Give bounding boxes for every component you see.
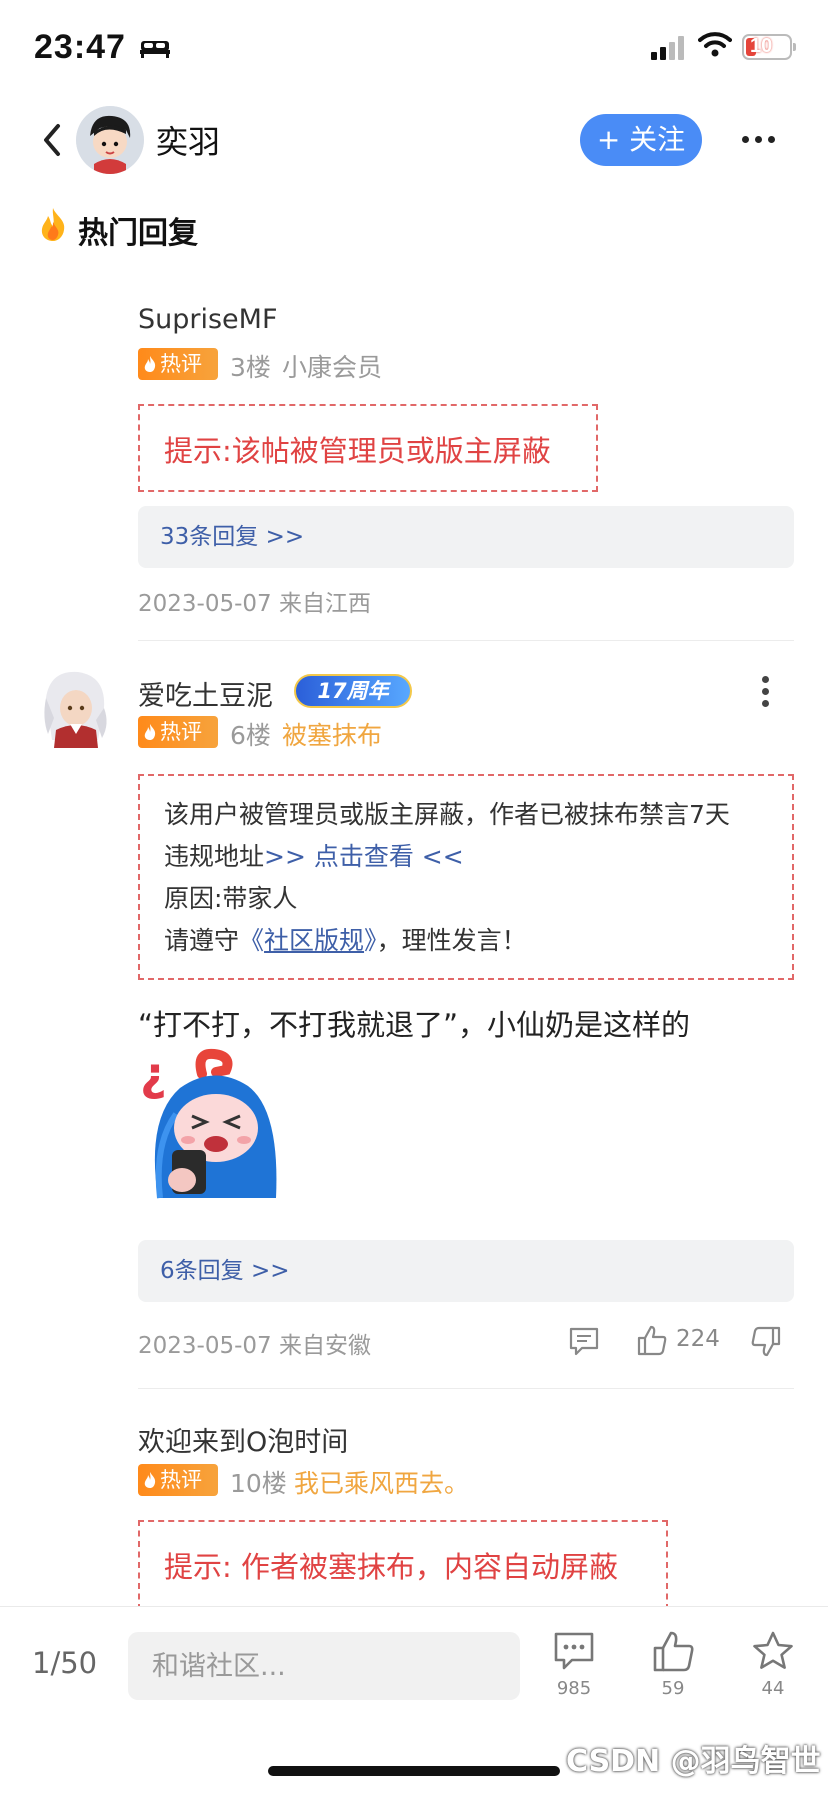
avatar-cartoon-icon xyxy=(76,106,144,174)
comments-button[interactable]: 985 xyxy=(539,1630,609,1699)
ban-address-label: 违规地址 xyxy=(164,842,265,871)
section-title: 热门回复 xyxy=(78,216,198,251)
view-replies-button[interactable]: 6条回复 >> xyxy=(138,1240,794,1302)
divider xyxy=(138,640,794,641)
view-violation-link[interactable]: >> 点击查看 << xyxy=(264,842,464,871)
ban-notice: 该用户被管理员或版主屏蔽，作者已被抹布禁言7天 违规地址>> 点击查看 << 原… xyxy=(138,774,794,980)
ban-reason: 原因:带家人 xyxy=(164,884,298,913)
comments-count: 985 xyxy=(556,1678,592,1699)
badge-label: 热评 xyxy=(160,720,202,744)
comment-input[interactable] xyxy=(128,1632,520,1700)
like-post-button[interactable]: 59 xyxy=(638,1630,708,1699)
author-avatar[interactable] xyxy=(76,106,144,174)
member-level: 我已乘风西去。 xyxy=(294,1469,470,1498)
member-level: 小康会员 xyxy=(282,353,383,382)
svg-text:¿: ¿ xyxy=(140,1048,167,1101)
ban-notice-line: 违规地址>> 点击查看 << xyxy=(164,836,464,878)
more-options-icon[interactable] xyxy=(742,136,776,146)
confused-blob-sticker-icon: ¿ xyxy=(140,1047,277,1199)
status-time: 23:47 xyxy=(34,28,126,66)
blocked-notice-text: 提示:该帖被管理员或版主屏蔽 xyxy=(164,434,551,468)
anniversary-badge: 17周年 xyxy=(294,674,412,708)
sleep-focus-icon xyxy=(140,41,170,58)
hot-comment-badge: 热评 xyxy=(138,348,218,380)
likes-count: 59 xyxy=(661,1678,685,1699)
badge-flame-icon xyxy=(144,356,156,372)
wifi-icon xyxy=(698,32,732,57)
battery-icon: 10 xyxy=(742,34,796,60)
author-name[interactable]: 奕羽 xyxy=(156,117,220,163)
rules-suffix: ，理性发言！ xyxy=(376,926,527,955)
comment-more-icon[interactable] xyxy=(762,676,770,710)
comment-date: 2023-05-07 来自江西 xyxy=(138,591,371,617)
flame-icon xyxy=(41,208,65,241)
rules-prefix: 请遵守 xyxy=(164,926,240,955)
blocked-notice: 提示: 作者被塞抹布，内容自动屏蔽 xyxy=(138,1520,668,1610)
hot-comment-badge: 热评 xyxy=(138,716,218,748)
floor-number: 6楼 xyxy=(230,721,271,750)
ban-notice-line: 请遵守《社区版规》，理性发言！ xyxy=(164,920,527,962)
battery-level: 10 xyxy=(750,35,773,57)
like-count: 224 xyxy=(676,1326,720,1352)
follow-button[interactable]: + 关注 xyxy=(580,114,702,166)
like-thumb-icon[interactable] xyxy=(636,1324,668,1356)
comment-username[interactable]: SupriseMF xyxy=(138,304,278,335)
comment-sticker[interactable]: ¿ xyxy=(140,1047,290,1210)
cellular-signal-icon xyxy=(651,36,691,60)
favorite-button[interactable]: 44 xyxy=(738,1630,808,1699)
favorites-count: 44 xyxy=(761,1678,785,1699)
home-indicator[interactable] xyxy=(268,1766,560,1776)
dislike-thumb-icon[interactable] xyxy=(750,1326,782,1358)
blocked-notice: 提示:该帖被管理员或版主屏蔽 xyxy=(138,404,598,492)
watermark: CSDN @羽鸟智世 xyxy=(566,1744,821,1779)
badge-flame-icon xyxy=(144,1472,156,1488)
view-replies-button[interactable]: 33条回复 >> xyxy=(138,506,794,568)
comment-username[interactable]: 爱吃土豆泥 xyxy=(138,674,273,713)
ban-notice-line: 该用户被管理员或版主屏蔽，作者已被抹布禁言7天 xyxy=(164,800,730,829)
member-level: 被塞抹布 xyxy=(282,721,383,750)
commenter-avatar[interactable] xyxy=(40,668,112,748)
comment-date: 2023-05-07 来自安徽 xyxy=(138,1333,371,1359)
thumbs-up-icon xyxy=(653,1631,694,1672)
divider xyxy=(138,1388,794,1389)
back-arrow-icon[interactable] xyxy=(40,122,64,158)
rules-link-close: 》 xyxy=(364,926,377,955)
rules-link-open: 《 xyxy=(239,926,265,955)
page-indicator[interactable]: 1/50 xyxy=(32,1646,97,1680)
hot-comment-badge: 热评 xyxy=(138,1464,218,1496)
floor-number: 10楼 xyxy=(230,1469,287,1498)
comment-username[interactable]: 欢迎来到O泡时间 xyxy=(138,1420,348,1459)
star-icon xyxy=(753,1631,793,1669)
badge-flame-icon xyxy=(144,724,156,740)
community-rules-link[interactable]: 社区版规 xyxy=(264,926,364,955)
floor-number: 3楼 xyxy=(230,353,271,382)
badge-label: 热评 xyxy=(160,1468,202,1492)
comment-bubble-icon xyxy=(554,1632,594,1670)
avatar-anime-icon xyxy=(44,671,107,748)
comment-text: “打不打，不打我就退了”，小仙奶是这样的 xyxy=(138,1008,691,1042)
blocked-notice-text: 提示: 作者被塞抹布，内容自动屏蔽 xyxy=(164,1550,618,1584)
badge-label: 热评 xyxy=(160,352,202,376)
reply-comment-icon[interactable] xyxy=(568,1326,600,1356)
